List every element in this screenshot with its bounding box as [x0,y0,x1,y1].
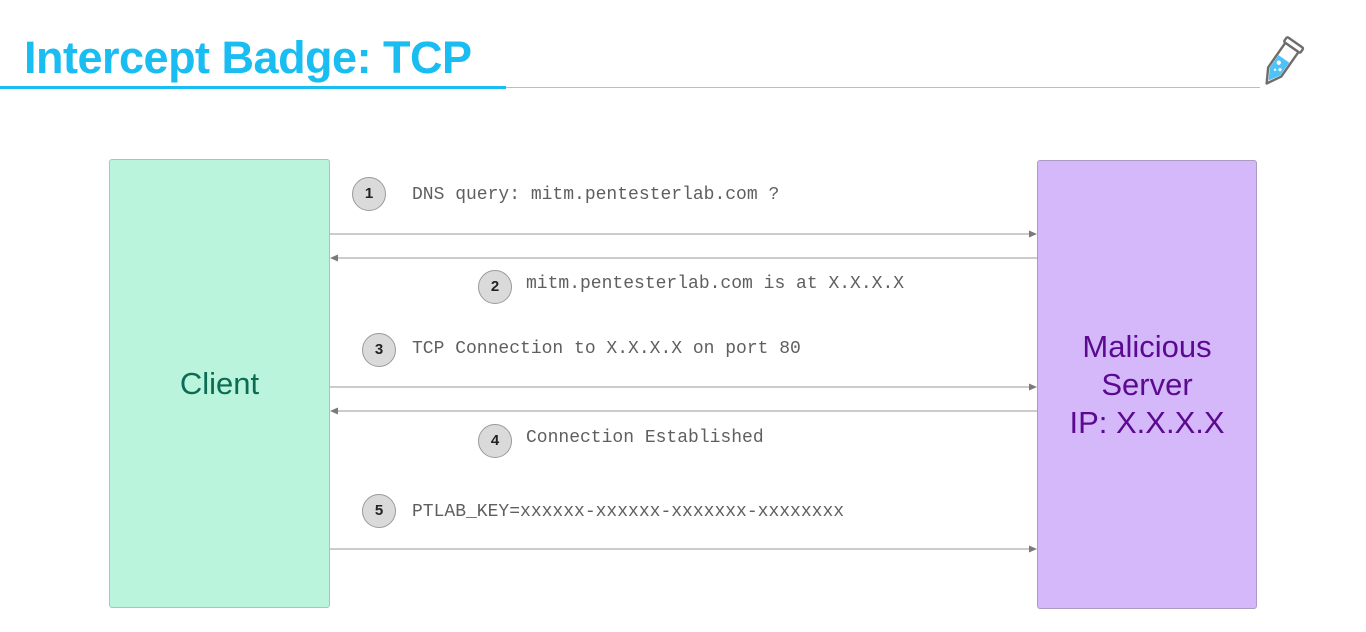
step-1-text: DNS query: mitm.pentesterlab.com ? [412,185,780,205]
step-3-text: TCP Connection to X.X.X.X on port 80 [412,339,801,359]
step-5-badge: 5 [362,494,396,528]
step-4-text: Connection Established [526,428,764,448]
step-5-text: PTLAB_KEY=xxxxxx-xxxxxx-xxxxxxx-xxxxxxxx [412,502,845,522]
step-4-badge: 4 [478,424,512,458]
step-3-badge: 3 [362,333,396,367]
step-1-arrowhead [1029,230,1037,238]
step-5-arrowhead [1029,545,1037,553]
step-4-arrowhead [330,407,338,415]
message-arrows [330,230,1037,553]
step-2-text: mitm.pentesterlab.com is at X.X.X.X [526,274,905,294]
step-2-arrowhead [330,254,338,262]
step-2-badge: 2 [478,270,512,304]
step-3-arrowhead [1029,383,1037,391]
step-1-badge: 1 [352,177,386,211]
